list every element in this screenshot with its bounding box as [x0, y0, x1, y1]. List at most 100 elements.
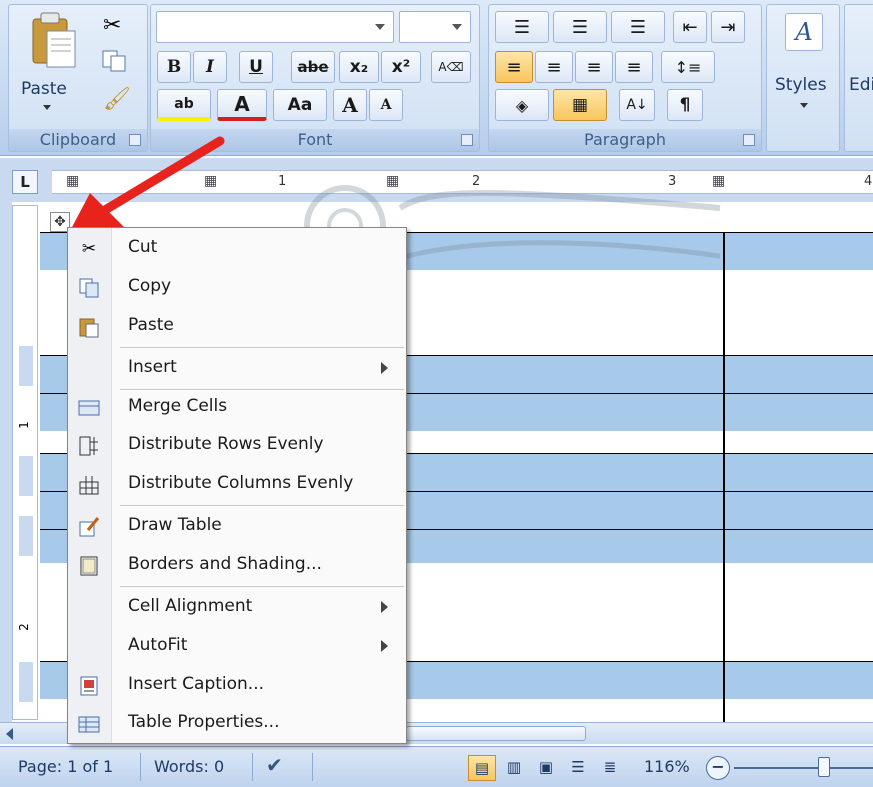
menu-item-insert-caption[interactable]: Insert Caption...	[68, 668, 406, 704]
caption-icon	[78, 675, 100, 697]
subscript-button[interactable]: x₂	[339, 51, 379, 83]
distribute-rows-icon	[78, 435, 100, 457]
underline-button[interactable]: U	[239, 51, 273, 83]
clear-formatting-button[interactable]: A⌫	[431, 51, 471, 83]
web-layout-icon[interactable]: ▣	[532, 755, 560, 781]
menu-item-distribute-rows[interactable]: Distribute Rows Evenly	[68, 428, 406, 464]
menu-item-label: Cut	[128, 237, 158, 257]
sort-button[interactable]: A↓	[619, 89, 655, 121]
context-menu: ✂ Cut Copy Paste Insert Merge Cells Dist…	[67, 227, 407, 744]
ruler-number: 2	[472, 174, 481, 189]
clipboard-icon	[32, 12, 76, 68]
multilevel-list-button[interactable]: ☰	[611, 11, 665, 43]
justify-button[interactable]: ≡	[615, 51, 653, 83]
superscript-button[interactable]: x²	[381, 51, 421, 83]
menu-item-merge-cells[interactable]: Merge Cells	[68, 390, 406, 426]
styles-group[interactable]: A Styles	[766, 4, 840, 152]
align-left-button[interactable]: ≡	[495, 51, 533, 83]
line-spacing-button[interactable]: ↕≡	[661, 51, 715, 83]
shading-button[interactable]: ◈	[495, 89, 549, 121]
menu-item-table-properties[interactable]: Table Properties...	[68, 706, 406, 742]
column-marker-icon[interactable]: ▦	[712, 173, 725, 189]
scroll-thumb[interactable]	[406, 726, 586, 741]
styles-label: Styles	[775, 75, 827, 95]
page-indicator[interactable]: Page: 1 of 1	[18, 757, 113, 776]
highlight-button[interactable]: ab	[157, 89, 211, 121]
ruler-band	[19, 662, 33, 702]
grow-font-button[interactable]: A	[333, 89, 367, 121]
menu-item-paste[interactable]: Paste	[68, 309, 406, 345]
borders-button[interactable]: ▦	[553, 89, 607, 121]
menu-item-insert[interactable]: Insert	[68, 351, 406, 387]
ruler-number: 1	[278, 174, 287, 189]
ruler-band	[19, 516, 33, 556]
ruler-number: 2	[16, 623, 31, 631]
cut-icon[interactable]: ✂	[103, 13, 121, 38]
menu-item-label: Borders and Shading...	[128, 554, 322, 574]
increase-indent-button[interactable]: ⇥	[711, 11, 745, 43]
print-layout-view-icon[interactable]: ▤	[468, 755, 496, 781]
draw-table-icon	[78, 516, 100, 538]
change-case-button[interactable]: Aa	[273, 89, 327, 121]
menu-item-copy[interactable]: Copy	[68, 270, 406, 306]
align-left-icon: ≡	[506, 56, 522, 78]
bold-button[interactable]: B	[157, 51, 191, 83]
shrink-font-button[interactable]: A	[369, 89, 403, 121]
ruler-band	[19, 346, 33, 386]
align-right-button[interactable]: ≡	[575, 51, 613, 83]
draft-view-icon[interactable]: ≣	[596, 755, 624, 781]
table-column-border	[723, 232, 725, 722]
paste-button[interactable]: Paste	[17, 9, 77, 117]
font-color-button[interactable]: A	[217, 89, 267, 121]
menu-item-autofit[interactable]: AutoFit	[68, 629, 406, 665]
editing-label: Edi	[849, 75, 873, 95]
paragraph-launcher-icon[interactable]	[743, 134, 755, 146]
bullets-button[interactable]: ☰	[495, 11, 549, 43]
ruler-number: 4	[864, 174, 873, 189]
italic-button[interactable]: I	[193, 51, 227, 83]
zoom-slider[interactable]	[734, 767, 873, 769]
format-painter-icon[interactable]: 🖌	[103, 87, 131, 112]
numbering-button[interactable]: ☰	[553, 11, 607, 43]
paste-dropdown-icon[interactable]	[43, 105, 51, 110]
editing-group[interactable]: Edi	[844, 4, 873, 152]
zoom-out-icon[interactable]: −	[706, 756, 730, 780]
zoom-level[interactable]: 116%	[644, 757, 690, 776]
chevron-down-icon	[800, 103, 808, 108]
menu-item-cell-alignment[interactable]: Cell Alignment	[68, 590, 406, 626]
scissors-icon: ✂	[81, 239, 97, 259]
chevron-down-icon	[452, 24, 462, 30]
menu-item-draw-table[interactable]: Draw Table	[68, 509, 406, 545]
font-launcher-icon[interactable]	[461, 134, 473, 146]
copy-icon	[78, 277, 100, 299]
borders-icon	[78, 555, 100, 577]
strikethrough-button[interactable]: abe	[291, 51, 335, 83]
zoom-slider-thumb[interactable]	[818, 757, 830, 777]
decrease-indent-button[interactable]: ⇤	[673, 11, 707, 43]
multilevel-list-icon: ☰	[629, 16, 647, 38]
vertical-ruler[interactable]: 1 2	[12, 205, 38, 720]
font-size-dropdown[interactable]	[399, 11, 471, 43]
tab-selector[interactable]: L	[12, 170, 38, 194]
ruler-band	[19, 456, 33, 496]
menu-item-distribute-columns[interactable]: Distribute Columns Evenly	[68, 467, 406, 503]
column-marker-icon[interactable]: ▦	[386, 173, 399, 189]
submenu-arrow-icon	[381, 640, 388, 652]
outline-view-icon[interactable]: ☰	[564, 755, 592, 781]
merge-cells-icon	[78, 397, 100, 419]
full-screen-reading-icon[interactable]: ▥	[500, 755, 528, 781]
justify-icon: ≡	[626, 56, 642, 78]
align-center-button[interactable]: ≡	[535, 51, 573, 83]
scroll-left-icon[interactable]	[6, 728, 13, 740]
font-name-dropdown[interactable]	[156, 11, 394, 43]
menu-item-borders-shading[interactable]: Borders and Shading...	[68, 548, 406, 584]
menu-separator	[120, 505, 404, 506]
word-count[interactable]: Words: 0	[154, 757, 224, 776]
status-divider	[312, 753, 313, 781]
proofing-icon[interactable]: ✔	[266, 753, 283, 777]
menu-item-cut[interactable]: ✂ Cut	[68, 231, 406, 267]
numbering-icon: ☰	[571, 16, 589, 38]
left-margin-band	[0, 202, 12, 722]
show-formatting-button[interactable]: ¶	[667, 89, 703, 121]
copy-icon[interactable]	[101, 49, 127, 73]
